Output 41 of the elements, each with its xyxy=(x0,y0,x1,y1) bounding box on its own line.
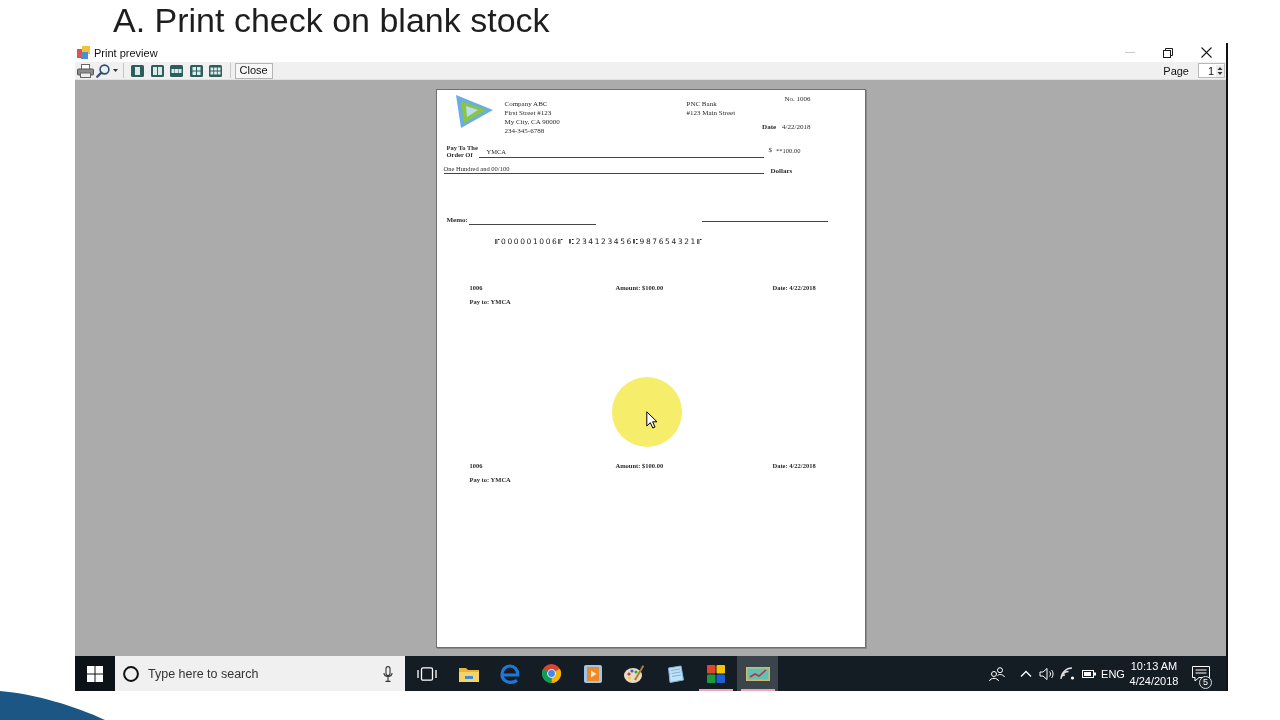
notepad-icon[interactable] xyxy=(666,664,685,683)
triangle-logo-icon xyxy=(454,94,493,128)
folder-icon[interactable] xyxy=(458,665,479,682)
cursor-highlight xyxy=(612,377,682,447)
taskbar-app-button[interactable] xyxy=(737,656,779,691)
battery-icon[interactable] xyxy=(1081,669,1096,678)
search-input[interactable]: Type here to search xyxy=(148,665,379,682)
tricolor-circle-icon[interactable] xyxy=(541,664,561,683)
clock-date[interactable]: 4/24/2018 xyxy=(1129,673,1179,689)
notification-count: 5 xyxy=(1199,676,1212,689)
slide-title: A. Print check on blank stock xyxy=(113,0,550,40)
zoom-button[interactable] xyxy=(95,62,119,79)
task-view-icon[interactable] xyxy=(416,666,437,681)
mouse-pointer-icon xyxy=(646,411,658,429)
caret-icon[interactable] xyxy=(113,69,118,72)
chart-window-icon[interactable] xyxy=(745,666,770,681)
e-logo-icon[interactable] xyxy=(499,663,520,684)
page-label: Page xyxy=(1163,64,1189,77)
palette-icon[interactable] xyxy=(623,664,644,683)
close-button[interactable]: Close xyxy=(234,62,273,79)
language-button[interactable]: ENG xyxy=(1099,656,1127,691)
spin-arrows-icon[interactable] xyxy=(1216,64,1224,77)
speaker-icon[interactable] xyxy=(1038,666,1055,681)
wifi-icon[interactable] xyxy=(1060,667,1075,680)
circle-icon[interactable] xyxy=(123,665,139,682)
people-icon[interactable] xyxy=(989,666,1005,681)
search-bar[interactable]: Type here to search xyxy=(115,656,405,691)
microphone-icon[interactable] xyxy=(383,665,393,682)
color-squares-icon[interactable] xyxy=(707,664,726,683)
start-button[interactable] xyxy=(75,656,115,691)
printer-icon[interactable] xyxy=(77,63,94,78)
play-tile-icon[interactable] xyxy=(583,664,602,683)
chevron-up-icon[interactable] xyxy=(1020,670,1032,677)
restore-icon[interactable] xyxy=(1163,47,1173,58)
clock-time[interactable]: 10:13 AM xyxy=(1130,658,1178,674)
window-title: Print preview xyxy=(94,46,158,59)
four-panes-icon[interactable] xyxy=(87,665,103,682)
magnifier-icon[interactable] xyxy=(96,63,110,78)
app-icon xyxy=(77,46,90,59)
close-icon[interactable] xyxy=(1200,47,1212,58)
notification-button[interactable]: 5 xyxy=(1181,656,1221,691)
